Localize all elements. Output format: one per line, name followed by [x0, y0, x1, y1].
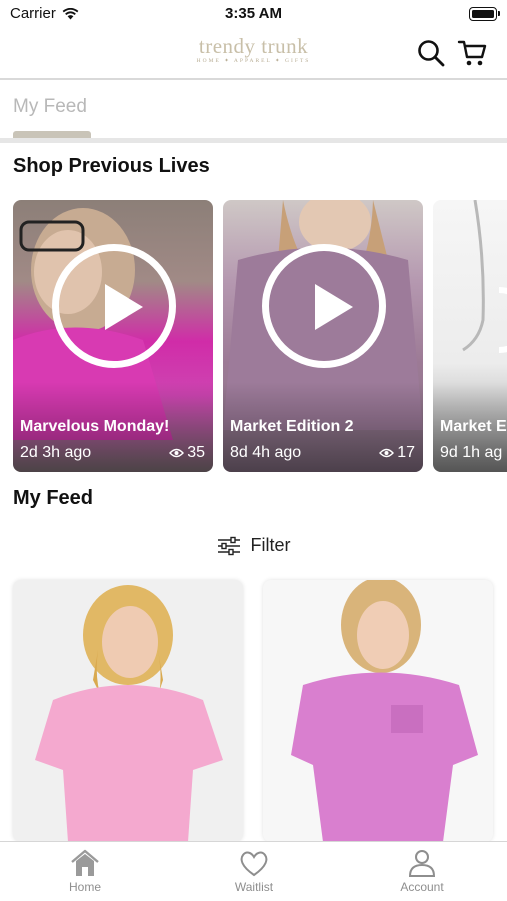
live-card[interactable]: Market Edition 2 8d 4h ago 17: [223, 200, 423, 472]
views-count: 35: [187, 444, 205, 461]
previous-lives-title: Shop Previous Lives: [13, 155, 210, 177]
eye-icon: [379, 448, 395, 458]
status-bar: Carrier 3:35 AM: [0, 0, 507, 28]
play-icon[interactable]: [262, 244, 386, 368]
person-icon: [408, 850, 436, 877]
tab-my-feed[interactable]: My Feed: [13, 96, 87, 118]
live-card[interactable]: Marvelous Monday! 2d 3h ago 35: [13, 200, 213, 472]
views-count: 17: [397, 444, 415, 461]
tab-indicator: [13, 131, 91, 138]
play-icon[interactable]: [52, 244, 176, 368]
product-image: [291, 580, 478, 842]
nav-account-label: Account: [400, 880, 444, 894]
product-card[interactable]: [13, 580, 243, 842]
status-time: 3:35 AM: [225, 5, 282, 22]
live-views: 35: [169, 444, 205, 462]
live-title: Market Edition 2: [230, 418, 354, 435]
home-icon: [71, 849, 99, 876]
live-card[interactable]: Market E 9d 1h ag: [433, 200, 507, 472]
live-age: 2d 3h ago: [20, 444, 92, 461]
sliders-icon: [217, 536, 240, 555]
nav-waitlist-label: Waitlist: [234, 880, 274, 894]
product-image: [35, 585, 223, 842]
app-header: trendy trunk HOME ✦ APPAREL ✦ GIFTS: [0, 28, 507, 80]
feed-title: My Feed: [13, 487, 94, 509]
nav-home-label: Home: [68, 880, 101, 894]
search-icon[interactable]: [416, 38, 446, 68]
nav-waitlist[interactable]: Waitlist: [204, 848, 304, 894]
feed-tab-bar: My Feed: [0, 80, 507, 143]
product-card[interactable]: [263, 580, 493, 842]
live-title: Market E: [440, 418, 507, 435]
cart-icon[interactable]: [457, 38, 487, 68]
live-age: 9d 1h ag: [440, 444, 503, 461]
heart-icon: [240, 851, 268, 877]
bottom-nav: Home Waitlist Account: [0, 841, 507, 901]
live-views: 17: [379, 444, 415, 462]
filter-button[interactable]: Filter: [0, 535, 507, 556]
live-title: Marvelous Monday!: [20, 418, 170, 435]
battery-icon: [469, 7, 500, 21]
filter-label: Filter: [250, 535, 291, 555]
nav-account[interactable]: Account: [372, 848, 472, 894]
eye-icon: [169, 448, 185, 458]
live-age: 8d 4h ago: [230, 444, 302, 461]
nav-home[interactable]: Home: [35, 848, 135, 894]
